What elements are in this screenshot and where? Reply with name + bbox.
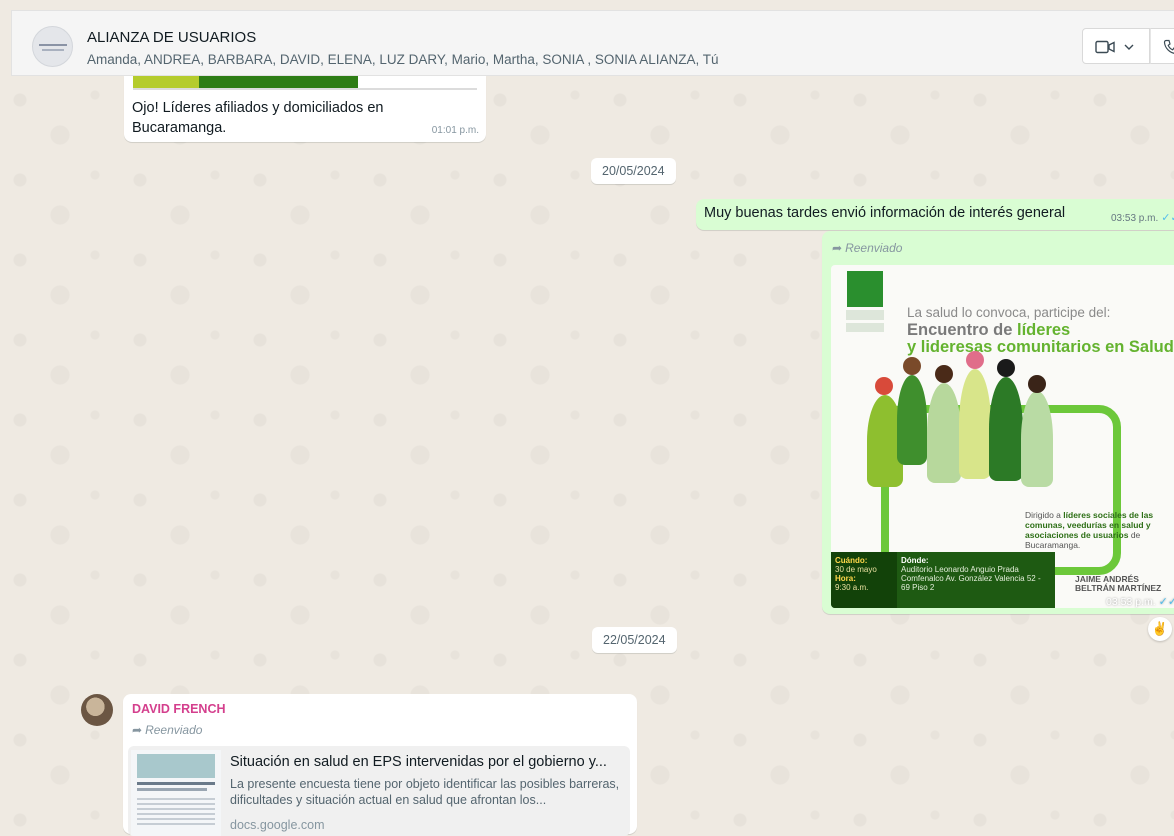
voice-call-button[interactable] [1150, 28, 1174, 64]
message-text: Ojo! Líderes afiliados y domiciliados en… [132, 100, 384, 136]
message-time: 03:53 p.m.✓✓ [1106, 595, 1174, 608]
outgoing-message[interactable]: Muy buenas tardes envió información de i… [696, 199, 1174, 230]
group-avatar[interactable] [32, 26, 73, 67]
poster-signature: JAIME ANDRÉS BELTRÁN MARTÍNEZ [1075, 574, 1162, 593]
alcaldia-logo [846, 271, 884, 332]
sender-avatar[interactable] [81, 694, 113, 726]
forward-arrow-icon: ➦ [132, 723, 143, 737]
date-separator: 20/05/2024 [591, 158, 676, 184]
illustration-head [935, 365, 953, 383]
forwarded-label: ➦ Reenviado [832, 241, 903, 255]
double-check-icon: ✓✓ [1161, 212, 1174, 224]
sender-name[interactable]: DAVID FRENCH [132, 702, 226, 716]
illustration-person [1021, 391, 1053, 487]
illustration-person [897, 375, 927, 465]
illustration-head [1028, 375, 1046, 393]
forwarded-label: ➦ Reenviado [132, 723, 203, 737]
message-time: 01:01 p.m. [431, 125, 479, 136]
link-description: La presente encuesta tiene por objeto id… [230, 777, 620, 807]
illustration-head [966, 351, 984, 369]
link-preview-card[interactable]: Situación en salud en EPS intervenidas p… [128, 746, 630, 836]
poster-when: Cuándo: 30 de mayo Hora: 9:30 a.m. [835, 556, 877, 592]
link-title: Situación en salud en EPS intervenidas p… [230, 754, 607, 770]
link-domain: docs.google.com [230, 818, 325, 832]
phone-icon [1163, 39, 1174, 54]
video-call-icon [1095, 40, 1115, 54]
link-thumbnail [131, 750, 221, 836]
illustration-head [997, 359, 1015, 377]
incoming-message[interactable]: Ojo! Líderes afiliados y domiciliados en… [124, 76, 486, 142]
illustration-person [989, 377, 1023, 481]
video-call-button[interactable] [1082, 28, 1150, 64]
double-check-icon: ✓✓ [1158, 596, 1174, 608]
group-members: Amanda, ANDREA, BARBARA, DAVID, ELENA, L… [87, 52, 719, 67]
forward-arrow-icon: ➦ [832, 241, 843, 255]
poster-audience: Dirigido a líderes sociales de las comun… [1025, 510, 1154, 550]
event-poster-image[interactable]: La salud lo convoca, participe del: Encu… [831, 265, 1174, 608]
chat-header[interactable]: ALIANZA DE USUARIOS Amanda, ANDREA, BARB… [11, 10, 1174, 76]
poster-title-line2: y lideresas comunitarios en Salud [907, 338, 1174, 356]
message-text: Muy buenas tardes envió información de i… [704, 205, 1066, 221]
group-title[interactable]: ALIANZA DE USUARIOS [87, 29, 256, 46]
illustration-person [959, 369, 991, 479]
poster-where: Dónde: Auditorio Leonardo Anguio Prada C… [901, 556, 1041, 592]
reaction-emoji[interactable]: ✌ [1148, 617, 1172, 641]
illustration-head [903, 357, 921, 375]
poster-event-details: Cuándo: 30 de mayo Hora: 9:30 a.m. Dónde… [831, 552, 1055, 608]
illustration-head [875, 377, 893, 395]
outgoing-image-message[interactable]: ➦ Reenviado La salud lo convoca, particip… [822, 231, 1174, 614]
poster-invite: La salud lo convoca, participe del: [907, 305, 1111, 320]
illustration-person [927, 383, 961, 483]
date-separator: 22/05/2024 [592, 627, 677, 653]
incoming-message[interactable]: DAVID FRENCH ➦ Reenviado Situación en sal… [123, 694, 637, 836]
message-time: 03:53 p.m.✓✓ [1111, 211, 1174, 224]
chevron-down-icon [1124, 44, 1134, 50]
image-preview[interactable] [129, 76, 481, 91]
